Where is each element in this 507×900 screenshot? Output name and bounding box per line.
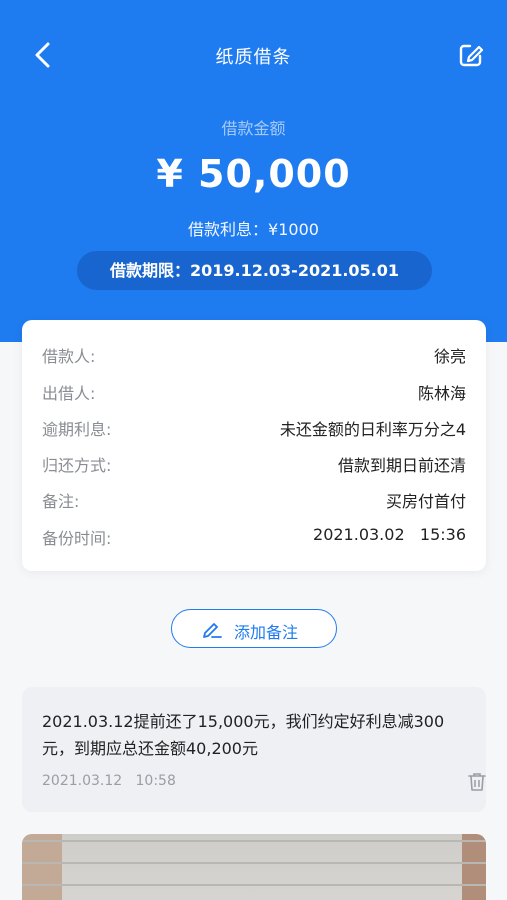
detail-row-lender: 出借人: 陈林海	[42, 380, 466, 404]
detail-row-borrower: 借款人: 徐亮	[42, 343, 466, 367]
detail-key: 借款人:	[42, 347, 96, 366]
photo-edge	[462, 834, 486, 900]
edit-icon[interactable]	[456, 40, 486, 70]
paper-line	[22, 840, 486, 842]
trash-icon[interactable]	[466, 771, 488, 793]
loan-details-card: 借款人: 徐亮 出借人: 陈林海 逾期利息: 未还金额的日利率万分之4 归还方式…	[22, 320, 486, 571]
detail-value: 徐亮	[433, 347, 466, 366]
page-title: 纸质借条	[215, 47, 292, 68]
loan-amount: ¥ 50,000	[156, 152, 351, 196]
detail-row-remark: 备注: 买房付首付	[42, 488, 466, 512]
loan-term-badge: 借款期限：2019.12.03-2021.05.01	[77, 251, 432, 290]
detail-row-overdue-interest: 逾期利息: 未还金额的日利率万分之4	[42, 416, 466, 440]
loan-interest: 借款利息：¥1000	[188, 220, 319, 239]
detail-key: 逾期利息:	[42, 420, 112, 439]
detail-key: 出借人:	[42, 384, 96, 403]
pen-icon	[203, 623, 222, 638]
photo-edge	[22, 834, 62, 900]
note-card: 2021.03.12提前还了15,000元，我们约定好利息减300元，到期应总还…	[22, 687, 486, 812]
paper-line	[22, 884, 486, 886]
detail-key: 备注:	[42, 492, 80, 511]
detail-value: 买房付首付	[385, 492, 466, 511]
paper-line	[22, 862, 486, 864]
loan-header: 纸质借条 借款金额 ¥ 50,000 借款利息：¥1000 借款期限：2019.…	[0, 0, 507, 342]
detail-key: 归还方式:	[42, 456, 112, 475]
detail-row-repayment-method: 归还方式: 借款到期日前还清	[42, 452, 466, 476]
note-timestamp: 2021.03.12 10:58	[42, 773, 176, 789]
note-text: 2021.03.12提前还了15,000元，我们约定好利息减300元，到期应总还…	[42, 712, 445, 758]
detail-row-backup-time: 备份时间: 2021.03.02 15:36	[42, 525, 466, 549]
detail-value: 借款到期日前还清	[337, 456, 466, 475]
detail-value: 陈林海	[417, 384, 466, 403]
loan-note-photo[interactable]	[22, 834, 486, 900]
detail-value: 未还金额的日利率万分之4	[279, 420, 466, 439]
add-note-button[interactable]: 添加备注	[171, 609, 337, 648]
detail-value: 2021.03.02 15:36	[313, 525, 466, 544]
amount-label: 借款金额	[221, 119, 286, 138]
detail-key: 备份时间:	[42, 529, 112, 548]
add-note-label: 添加备注	[234, 623, 299, 642]
